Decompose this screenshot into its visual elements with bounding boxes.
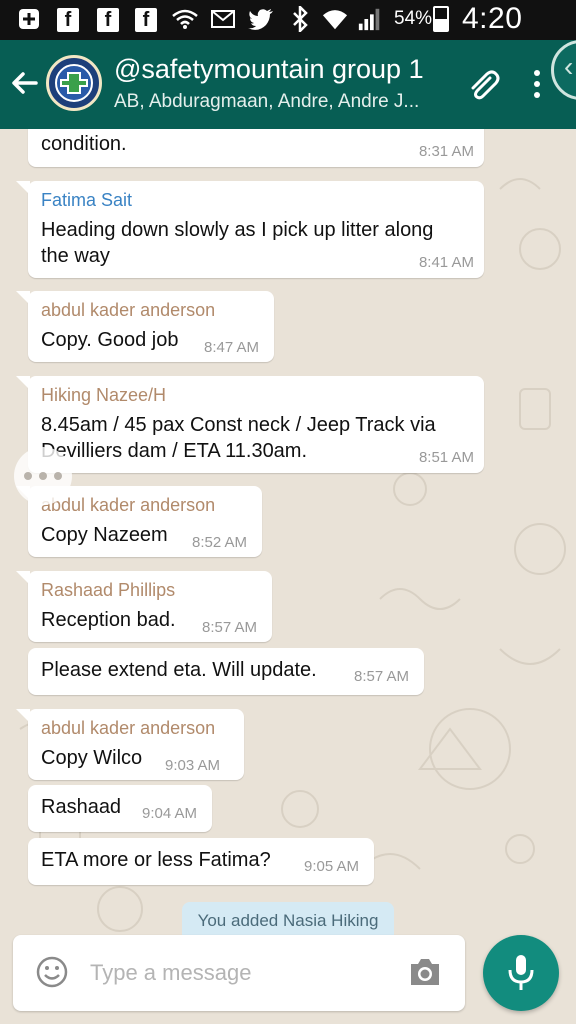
message-text: Please extend eta. Will update.: [41, 659, 317, 681]
chevron-left-icon: ‹: [564, 51, 574, 82]
message-time: 9:04 AM: [142, 805, 198, 822]
message-text: 8.45am / 45 pax Const neck / Jeep Track …: [41, 414, 436, 436]
chat-header: @safetymountain group 1 AB, Abduragmaan,…: [0, 40, 576, 129]
side-panel-handle[interactable]: ‹: [551, 40, 576, 100]
message-time: 8:41 AM: [418, 254, 474, 271]
message-text: Copy. Good job: [41, 329, 179, 351]
message-sender: Hiking Nazee/H: [41, 385, 167, 405]
group-title[interactable]: @safetymountain group 1: [114, 54, 424, 85]
message-sender: Rashaad Phillips: [41, 580, 176, 600]
system-notice: You added Nasia Hiking: [182, 902, 394, 935]
message-sender: abdul kader anderson: [41, 495, 216, 515]
group-members[interactable]: AB, Abduragmaan, Andre, Andre J...: [114, 91, 419, 113]
emoji-icon[interactable]: [35, 955, 69, 989]
wifi-signal-icon: [322, 6, 348, 32]
message-input[interactable]: Type a message: [90, 960, 251, 986]
message-time: 8:57 AM: [354, 668, 410, 685]
message-sender: Fatima Sait: [41, 190, 133, 210]
attach-paperclip-icon[interactable]: [466, 68, 502, 104]
battery-percentage: 54%: [394, 8, 433, 29]
message-bubble[interactable]: Hiking Nazee/H 8.45am / 45 pax Const nec…: [16, 376, 484, 473]
message-time: 9:03 AM: [165, 757, 221, 774]
message-time: 8:47 AM: [204, 339, 260, 356]
message-text: ETA more or less Fatima?: [41, 849, 271, 871]
facebook-icon: f: [135, 8, 157, 32]
message-bubble[interactable]: ETA more or less Fatima? 9:05 AM: [28, 838, 374, 885]
message-bubble[interactable]: Please extend eta. Will update. 8:57 AM: [28, 648, 424, 695]
voice-record-button[interactable]: [483, 935, 559, 1011]
group-avatar[interactable]: [46, 55, 102, 111]
twitter-icon: [248, 6, 274, 32]
message-bubble[interactable]: abdul kader anderson Copy. Good job 8:47…: [16, 291, 274, 362]
message-time: 8:52 AM: [192, 534, 248, 551]
mail-icon: [210, 6, 236, 32]
message-time: 8:31 AM: [418, 143, 474, 160]
more-options-button[interactable]: [14, 447, 72, 505]
overflow-menu-icon[interactable]: [530, 70, 544, 100]
bluetooth-icon: [287, 6, 313, 32]
camera-icon[interactable]: [407, 955, 443, 989]
facebook-icon: f: [57, 8, 79, 32]
message-bubble[interactable]: Rashaad Phillips Reception bad. 8:57 AM: [16, 571, 272, 642]
message-bubble[interactable]: abdul kader anderson Copy Wilco 9:03 AM: [16, 709, 244, 780]
add-notification-icon: [16, 6, 42, 32]
message-bubble[interactable]: condition. 8:31 AM: [28, 129, 484, 167]
message-text: Heading down slowly as I pick up litter …: [41, 219, 434, 241]
message-text: Copy Nazeem: [41, 524, 168, 546]
message-time: 8:57 AM: [202, 619, 258, 636]
message-text: Rashaad: [41, 796, 122, 818]
message-list[interactable]: condition. 8:31 AM Fatima Sait Heading d…: [0, 129, 576, 935]
message-text: condition.: [41, 133, 127, 155]
message-time: 8:51 AM: [418, 449, 474, 466]
message-bubble[interactable]: Fatima Sait Heading down slowly as I pic…: [16, 181, 484, 278]
battery-icon: [433, 6, 449, 32]
facebook-icon: f: [97, 8, 119, 32]
message-text: Reception bad.: [41, 609, 176, 631]
message-bubble[interactable]: Rashaad 9:04 AM: [28, 785, 212, 832]
wifi-icon: [172, 6, 198, 32]
message-sender: abdul kader anderson: [41, 718, 216, 738]
message-text: the way: [41, 245, 110, 267]
message-text: Devilliers dam / ETA 11.30am.: [41, 440, 308, 462]
microphone-icon: [508, 955, 534, 990]
message-text: Copy Wilco: [41, 747, 143, 769]
message-sender: abdul kader anderson: [41, 300, 216, 320]
message-composer: Type a message: [13, 935, 465, 1011]
cell-signal-icon: [357, 6, 383, 32]
message-time: 9:05 AM: [304, 858, 360, 875]
back-arrow-icon[interactable]: [10, 68, 40, 98]
status-bar: f f f 54% 4:20 PM: [0, 0, 576, 69]
